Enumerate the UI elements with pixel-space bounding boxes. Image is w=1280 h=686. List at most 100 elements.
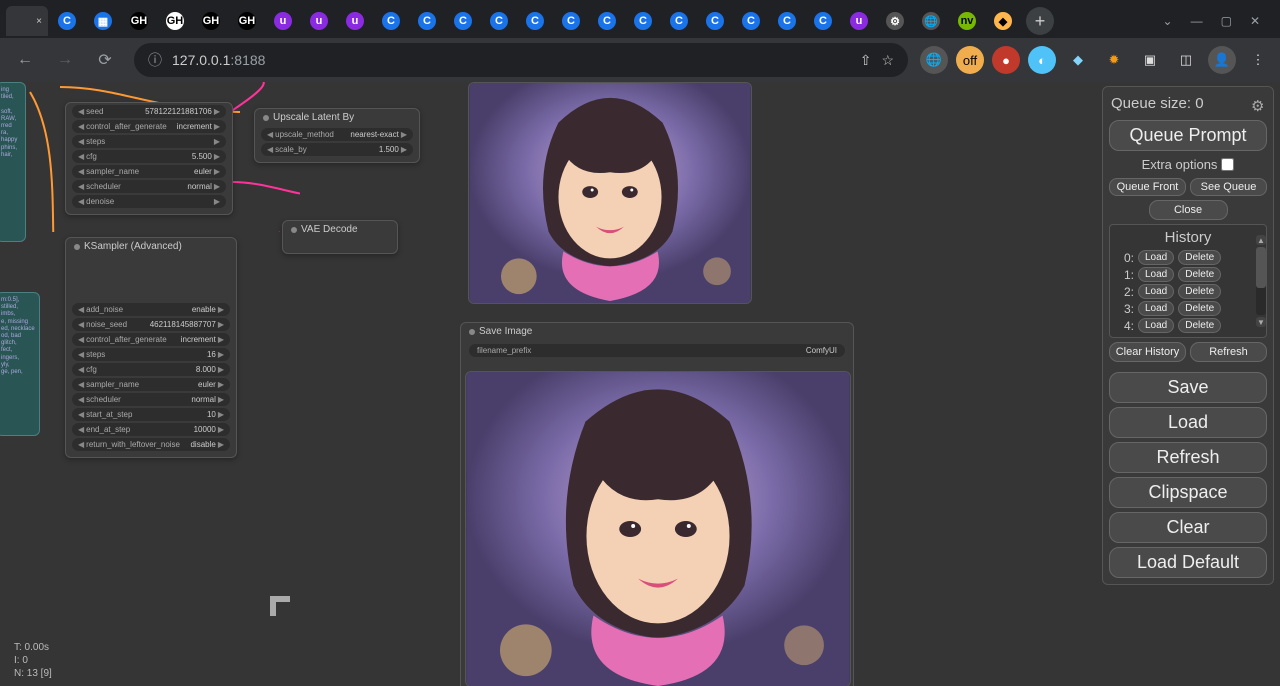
- ksampler-widget[interactable]: ◀start_at_step10▶: [72, 408, 230, 421]
- window-min-icon[interactable]: —: [1191, 14, 1203, 28]
- browser-tab[interactable]: GH: [230, 6, 264, 36]
- browser-tab[interactable]: C: [626, 6, 660, 36]
- ksampler-widget[interactable]: ◀sampler_nameeuler▶: [72, 378, 230, 391]
- history-delete-button[interactable]: Delete: [1178, 318, 1221, 333]
- browser-tab[interactable]: ▦: [86, 6, 120, 36]
- sampler-widget[interactable]: ◀seed578122121881706▶: [72, 105, 226, 118]
- ksampler-widget[interactable]: ◀add_noiseenable▶: [72, 303, 230, 316]
- sampler-widget[interactable]: ◀cfg5.500▶: [72, 150, 226, 163]
- browser-tab[interactable]: ×: [6, 6, 48, 36]
- queue-prompt-button[interactable]: Queue Prompt: [1109, 120, 1267, 151]
- browser-tab[interactable]: C: [590, 6, 624, 36]
- browser-tab[interactable]: C: [518, 6, 552, 36]
- save-button[interactable]: Save: [1109, 372, 1267, 403]
- history-scrollbar[interactable]: ▲ ▼: [1256, 247, 1266, 315]
- increment-icon[interactable]: ▶: [218, 350, 224, 359]
- clipspace-button[interactable]: Clipspace: [1109, 477, 1267, 508]
- close-button[interactable]: Close: [1149, 200, 1228, 220]
- window-dropdown-icon[interactable]: ⌄: [1163, 14, 1173, 28]
- browser-tab[interactable]: nv: [950, 6, 984, 36]
- sampler-node[interactable]: ◀seed578122121881706▶◀control_after_gene…: [65, 102, 233, 215]
- node-canvas[interactable]: ing tiled, soft, RAW, rred ra, happy phi…: [0, 82, 1090, 686]
- window-close-icon[interactable]: ✕: [1250, 14, 1260, 28]
- preview-image-large[interactable]: [465, 371, 851, 686]
- browser-tab[interactable]: C: [770, 6, 804, 36]
- browser-tab[interactable]: u: [266, 6, 300, 36]
- bookmark-icon[interactable]: ☆: [881, 52, 894, 69]
- close-tab-icon[interactable]: ×: [32, 14, 46, 28]
- browser-tab[interactable]: u: [338, 6, 372, 36]
- extension-icon[interactable]: 👤: [1208, 46, 1236, 74]
- clear-button[interactable]: Clear: [1109, 512, 1267, 543]
- browser-tab[interactable]: C: [50, 6, 84, 36]
- site-info-icon[interactable]: ⓘ: [148, 50, 162, 70]
- upscale-widget[interactable]: ◀upscale_methodnearest-exact▶: [261, 128, 413, 141]
- browser-tab[interactable]: C: [482, 6, 516, 36]
- browser-tab[interactable]: C: [698, 6, 732, 36]
- url-bar[interactable]: ⓘ 127.0.0.1:8188 ⇧ ☆: [134, 43, 908, 77]
- history-load-button[interactable]: Load: [1138, 267, 1174, 282]
- widget-filename-prefix[interactable]: filename_prefix ComfyUI: [469, 344, 845, 357]
- see-queue-button[interactable]: See Queue: [1190, 178, 1267, 196]
- increment-icon[interactable]: ▶: [214, 122, 220, 131]
- increment-icon[interactable]: ▶: [401, 145, 407, 154]
- extension-icon[interactable]: ◫: [1172, 46, 1200, 74]
- prompt-node-positive[interactable]: ing tiled, soft, RAW, rred ra, happy phi…: [0, 82, 26, 242]
- sampler-widget[interactable]: ◀schedulernormal▶: [72, 180, 226, 193]
- browser-tab[interactable]: GH: [122, 6, 156, 36]
- new-tab-button[interactable]: +: [1026, 7, 1054, 35]
- browser-tab[interactable]: GH: [194, 6, 228, 36]
- increment-icon[interactable]: ▶: [214, 197, 220, 206]
- back-button[interactable]: ←: [8, 43, 42, 77]
- sampler-widget[interactable]: ◀denoise▶: [72, 195, 226, 208]
- browser-tab[interactable]: 🌐: [914, 6, 948, 36]
- browser-tab[interactable]: C: [446, 6, 480, 36]
- clear-history-button[interactable]: Clear History: [1109, 342, 1186, 362]
- browser-tab[interactable]: C: [734, 6, 768, 36]
- increment-icon[interactable]: ▶: [401, 130, 407, 139]
- prompt-node-negative[interactable]: m:0.5], stilled, imbs, e, missing ed, ne…: [0, 292, 40, 436]
- ksampler-widget[interactable]: ◀end_at_step10000▶: [72, 423, 230, 436]
- history-delete-button[interactable]: Delete: [1178, 267, 1221, 282]
- browser-tab[interactable]: ◆: [986, 6, 1020, 36]
- load-default-button[interactable]: Load Default: [1109, 547, 1267, 578]
- increment-icon[interactable]: ▶: [218, 395, 224, 404]
- ksampler-widget[interactable]: ◀return_with_leftover_noisedisable▶: [72, 438, 230, 451]
- increment-icon[interactable]: ▶: [218, 440, 224, 449]
- history-delete-button[interactable]: Delete: [1178, 250, 1221, 265]
- history-load-button[interactable]: Load: [1138, 301, 1174, 316]
- extension-icon[interactable]: ⋮: [1244, 46, 1272, 74]
- scroll-down-icon[interactable]: ▼: [1256, 317, 1266, 327]
- extension-icon[interactable]: 🌐: [920, 46, 948, 74]
- increment-icon[interactable]: ▶: [218, 320, 224, 329]
- gear-icon[interactable]: ⚙: [1251, 97, 1265, 111]
- increment-icon[interactable]: ▶: [214, 152, 220, 161]
- increment-icon[interactable]: ▶: [218, 365, 224, 374]
- increment-icon[interactable]: ▶: [214, 107, 220, 116]
- history-delete-button[interactable]: Delete: [1178, 301, 1221, 316]
- increment-icon[interactable]: ▶: [218, 410, 224, 419]
- upscale-widget[interactable]: ◀scale_by1.500▶: [261, 143, 413, 156]
- ksampler-widget[interactable]: ◀cfg8.000▶: [72, 363, 230, 376]
- increment-icon[interactable]: ▶: [214, 182, 220, 191]
- browser-tab[interactable]: C: [662, 6, 696, 36]
- browser-tab[interactable]: ⚙: [878, 6, 912, 36]
- refresh-button[interactable]: Refresh: [1109, 442, 1267, 473]
- extension-icon[interactable]: ▣: [1136, 46, 1164, 74]
- browser-tab[interactable]: u: [302, 6, 336, 36]
- browser-tab[interactable]: C: [374, 6, 408, 36]
- extension-icon[interactable]: ◐: [1028, 46, 1056, 74]
- increment-icon[interactable]: ▶: [214, 137, 220, 146]
- refresh-history-button[interactable]: Refresh: [1190, 342, 1267, 362]
- ksampler-widget[interactable]: ◀steps16▶: [72, 348, 230, 361]
- browser-tab[interactable]: GH: [158, 6, 192, 36]
- extension-icon[interactable]: ●: [992, 46, 1020, 74]
- increment-icon[interactable]: ▶: [218, 380, 224, 389]
- increment-icon[interactable]: ▶: [218, 425, 224, 434]
- ksampler-widget[interactable]: ◀schedulernormal▶: [72, 393, 230, 406]
- history-load-button[interactable]: Load: [1138, 250, 1174, 265]
- browser-tab[interactable]: C: [554, 6, 588, 36]
- extra-options-checkbox[interactable]: [1221, 158, 1234, 171]
- history-load-button[interactable]: Load: [1138, 284, 1174, 299]
- extension-icon[interactable]: ✹: [1100, 46, 1128, 74]
